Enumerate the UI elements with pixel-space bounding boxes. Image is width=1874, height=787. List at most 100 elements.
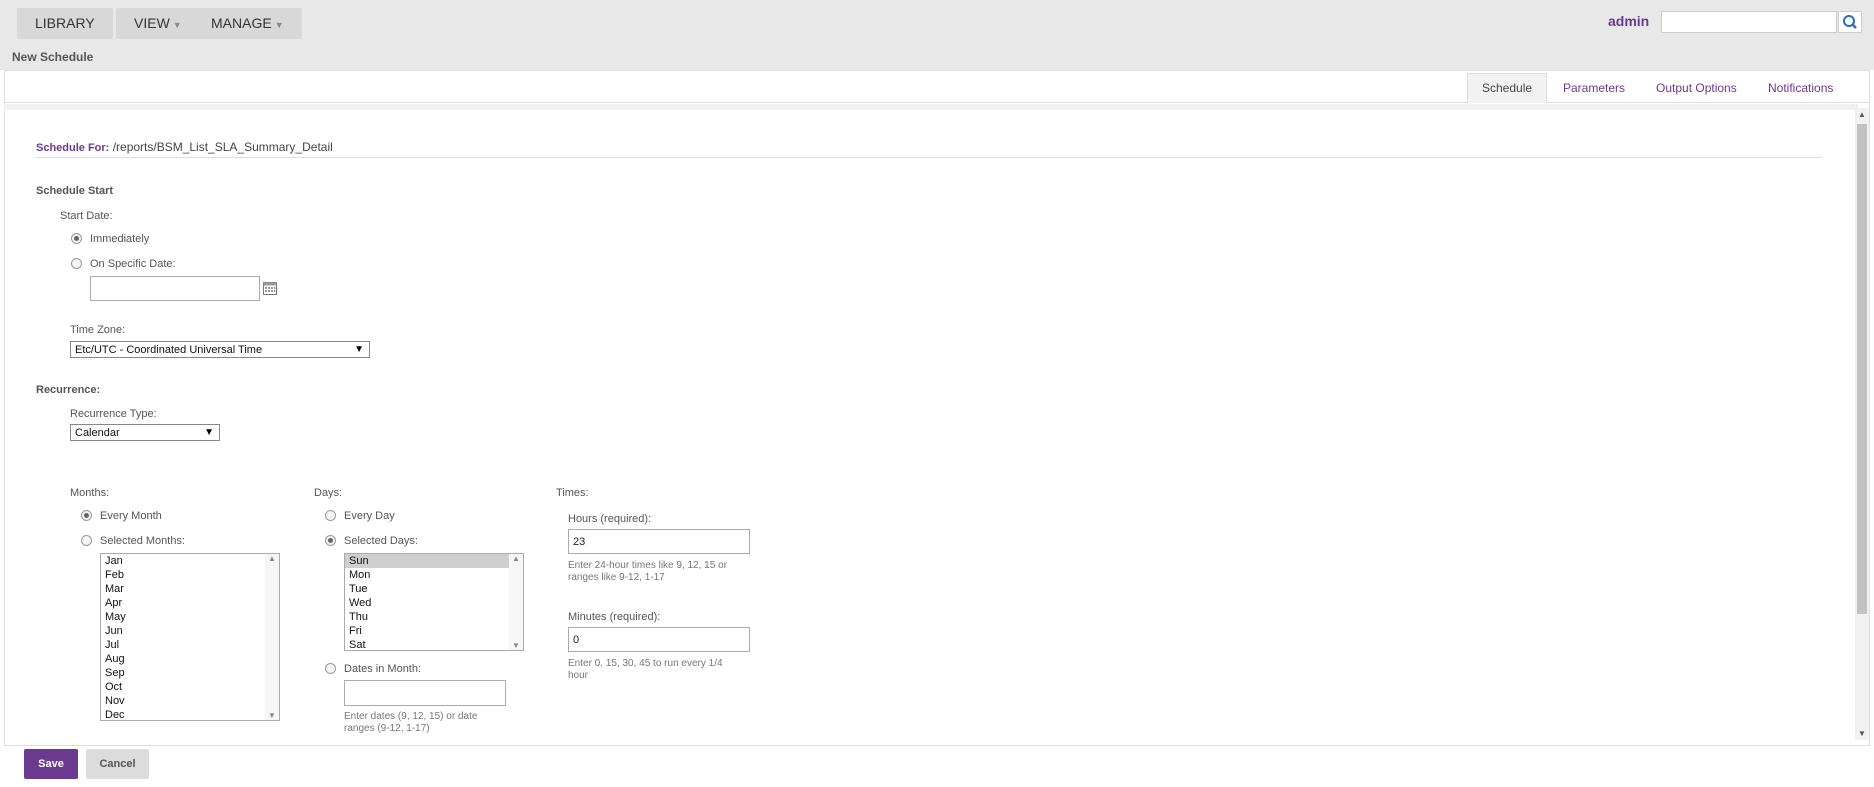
immediately-radio[interactable] [71,233,82,244]
listbox-scrollbar[interactable]: ▲ ▼ [509,554,523,650]
specific-date-input[interactable] [90,276,260,301]
divider [36,157,1822,158]
list-item[interactable]: Tue [345,582,523,596]
scroll-down-icon[interactable]: ▼ [1858,729,1866,738]
specific-date-radio[interactable] [71,258,82,269]
specific-date-label: On Specific Date: [90,258,176,270]
recurrence-type-label: Recurrence Type: [70,408,157,420]
list-item[interactable]: May [101,610,279,624]
list-item[interactable]: Jun [101,624,279,638]
page-scrollbar[interactable]: ▲ ▼ [1855,108,1869,740]
every-month-label: Every Month [100,510,162,522]
every-day-radio[interactable] [325,510,336,521]
schedule-panel [4,70,1870,780]
time-zone-select[interactable]: Etc/UTC - Coordinated Universal Time ▼ [70,341,370,358]
chevron-down-icon: ▼ [172,20,182,30]
scrollbar-thumb[interactable] [1857,124,1867,614]
start-date-label: Start Date: [60,210,113,222]
calendar-icon[interactable] [263,282,277,295]
days-listbox[interactable]: Sun Mon Tue Wed Thu Fri Sat ▲ ▼ [344,553,524,651]
hours-label: Hours (required): [568,513,652,525]
scroll-up-icon[interactable]: ▲ [268,554,276,563]
list-item[interactable]: Jul [101,638,279,652]
selected-days-label: Selected Days: [344,535,418,547]
dates-in-month-radio[interactable] [325,663,336,674]
hours-hint-line-1: Enter 24-hour times like 9, 12, 15 or [568,560,727,571]
user-name-link[interactable]: admin [1608,13,1649,29]
minutes-input[interactable] [568,627,750,652]
cancel-button[interactable]: Cancel [86,749,149,779]
months-label: Months: [70,487,110,499]
tab-parameters[interactable]: Parameters [1563,74,1625,102]
dates-hint: Enter dates (9, 12, 15) or date ranges (… [344,711,477,735]
chevron-down-icon: ▼ [274,20,284,30]
schedule-for: Schedule For: /reports/BSM_List_SLA_Summ… [36,140,333,154]
dropdown-arrow-icon: ▼ [204,427,214,438]
selected-months-radio[interactable] [81,535,92,546]
every-day-label: Every Day [344,510,395,522]
scroll-down-icon[interactable]: ▼ [268,711,276,720]
list-item[interactable]: Sat [345,638,523,650]
scroll-up-icon[interactable]: ▲ [512,554,520,563]
hours-hint: Enter 24-hour times like 9, 12, 15 or ra… [568,560,727,584]
minutes-hint-line-1: Enter 0, 15, 30, 45 to run every 1/4 [568,658,723,669]
schedule-for-value: /reports/BSM_List_SLA_Summary_Detail [112,140,333,154]
dates-hint-line-2: ranges (9-12, 1-17) [344,723,430,734]
list-item[interactable]: Mon [345,568,523,582]
manage-menu-button[interactable]: MANAGE ▼ [193,8,302,39]
tab-output-options[interactable]: Output Options [1656,74,1737,102]
page-title: New Schedule [12,50,94,64]
tab-bar: Schedule Parameters Output Options Notif… [4,72,1870,103]
recurrence-type-select[interactable]: Calendar ▼ [70,424,220,441]
time-zone-label: Time Zone: [70,324,126,336]
page-title-bar: New Schedule [0,44,1874,70]
tab-notifications[interactable]: Notifications [1768,74,1833,102]
list-item[interactable]: Sun [345,554,523,568]
minutes-hint-line-2: hour [568,670,589,681]
content-separator [4,104,1858,110]
hours-hint-line-2: ranges like 9-12, 1-17 [568,572,665,583]
list-item[interactable]: Sep [101,666,279,680]
selected-days-radio[interactable] [325,535,336,546]
listbox-scrollbar[interactable]: ▲ ▼ [265,554,279,720]
dropdown-arrow-icon: ▼ [354,344,364,355]
hours-input[interactable] [568,529,750,554]
minutes-label: Minutes (required): [568,611,661,623]
schedule-start-heading: Schedule Start [36,185,114,197]
selected-months-label: Selected Months: [100,535,185,547]
list-item[interactable]: Thu [345,610,523,624]
list-item[interactable]: Feb [101,568,279,582]
immediately-label: Immediately [90,233,150,245]
schedule-for-label: Schedule For: [36,142,110,154]
list-item[interactable]: Oct [101,680,279,694]
times-label: Times: [556,487,589,499]
months-listbox[interactable]: Jan Feb Mar Apr May Jun Jul Aug Sep Oct … [100,553,280,721]
scroll-down-icon[interactable]: ▼ [512,641,520,650]
list-item[interactable]: Mar [101,582,279,596]
minutes-hint: Enter 0, 15, 30, 45 to run every 1/4 hou… [568,658,723,682]
list-item[interactable]: Apr [101,596,279,610]
save-button[interactable]: Save [24,749,78,779]
tab-schedule[interactable]: Schedule [1467,73,1548,103]
dates-in-month-label: Dates in Month: [344,663,422,675]
every-month-radio[interactable] [81,510,92,521]
days-label: Days: [314,487,343,499]
view-menu-button[interactable]: VIEW ▼ [116,8,200,39]
list-item[interactable]: Dec [101,708,279,720]
recurrence-heading: Recurrence: [36,384,101,396]
recurrence-type-value: Calendar [75,427,120,439]
list-item[interactable]: Jan [101,554,279,568]
scroll-up-icon[interactable]: ▲ [1858,110,1866,119]
dates-hint-line-1: Enter dates (9, 12, 15) or date [344,711,478,722]
search-button[interactable] [1838,11,1862,33]
search-icon [1843,15,1857,29]
list-item[interactable]: Wed [345,596,523,610]
search-input[interactable] [1661,11,1837,33]
library-menu-button[interactable]: LIBRARY [17,8,113,39]
list-item[interactable]: Aug [101,652,279,666]
time-zone-value: Etc/UTC - Coordinated Universal Time [75,344,263,356]
list-item[interactable]: Fri [345,624,523,638]
dates-in-month-input[interactable] [344,680,506,706]
list-item[interactable]: Nov [101,694,279,708]
view-menu-label: VIEW [134,15,170,31]
